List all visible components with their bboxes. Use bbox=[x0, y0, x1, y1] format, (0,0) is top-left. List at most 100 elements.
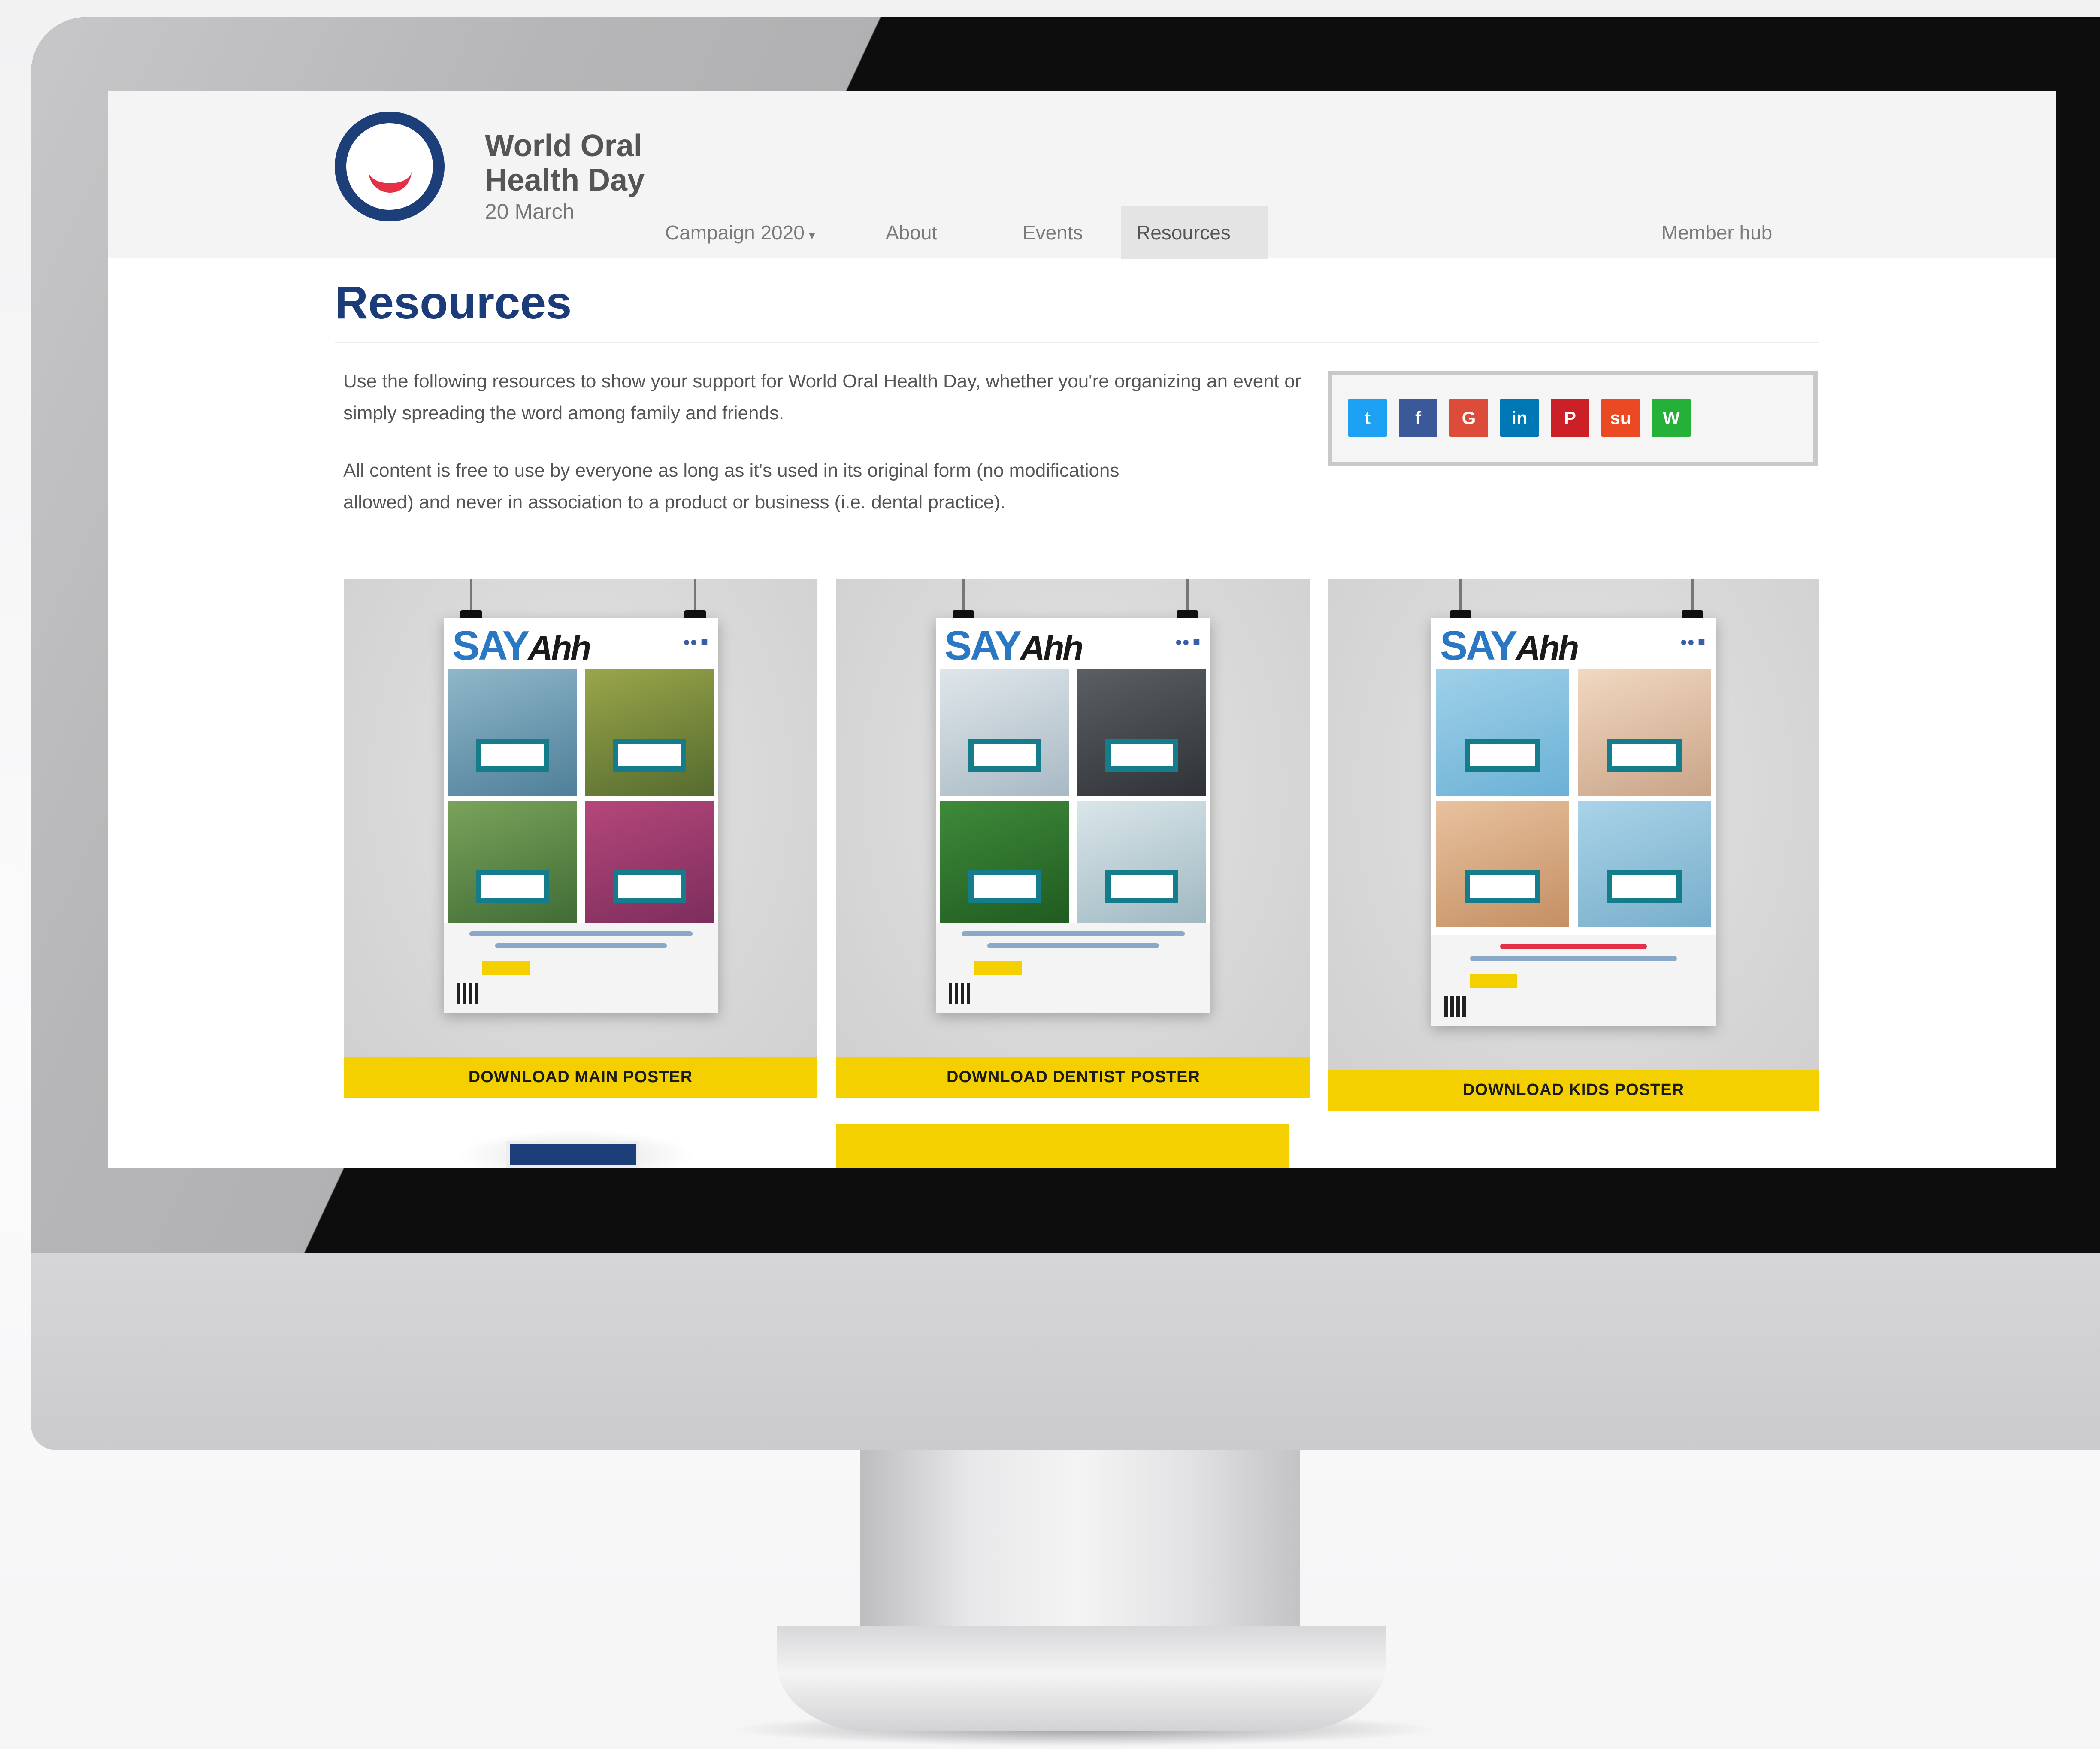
intro-text: Use the following resources to show your… bbox=[343, 366, 1330, 544]
poster-photo-grid bbox=[940, 669, 1206, 927]
twitter-icon: t bbox=[1365, 408, 1371, 428]
photo-tile bbox=[1077, 669, 1206, 796]
message-sign bbox=[968, 738, 1041, 772]
message-sign bbox=[1607, 870, 1682, 903]
footer-text-line bbox=[495, 943, 667, 948]
message-sign bbox=[1465, 870, 1540, 903]
pinterest-icon: P bbox=[1564, 408, 1576, 428]
footer-text-line bbox=[962, 931, 1185, 936]
qr-code-icon bbox=[457, 983, 478, 1004]
footer-highlight bbox=[974, 961, 1022, 975]
hanger bbox=[962, 579, 965, 614]
download-main-poster-button[interactable]: DOWNLOAD MAIN POSTER bbox=[344, 1057, 817, 1098]
google-plus-icon: G bbox=[1462, 408, 1476, 428]
linkedin-icon: in bbox=[1511, 408, 1528, 428]
brand-line-2: Health Day bbox=[485, 163, 645, 197]
stumbleupon-share-button[interactable]: su bbox=[1601, 399, 1640, 437]
footer-highlight bbox=[482, 961, 530, 975]
world-oral-health-day-logo[interactable] bbox=[335, 112, 445, 221]
poster-footer bbox=[936, 923, 1210, 1013]
pinterest-share-button[interactable]: P bbox=[1551, 399, 1589, 437]
dentist-poster-image[interactable]: SAYAhh ●● ■ bbox=[936, 618, 1210, 1013]
twitter-share-button[interactable]: t bbox=[1348, 399, 1387, 437]
message-sign bbox=[968, 870, 1041, 903]
google-plus-share-button[interactable]: G bbox=[1449, 399, 1488, 437]
nav-item-resources[interactable]: Resources bbox=[1121, 206, 1268, 259]
linkedin-share-button[interactable]: in bbox=[1500, 399, 1539, 437]
poster-logos: ●● ■ bbox=[1175, 635, 1200, 648]
photo-tile bbox=[448, 669, 577, 796]
hanger bbox=[1186, 579, 1189, 614]
illustration-tile bbox=[1436, 801, 1570, 927]
next-resource-thumbnail[interactable] bbox=[506, 1141, 639, 1168]
divider bbox=[335, 342, 1819, 343]
intro-paragraph-2: All content is free to use by everyone a… bbox=[343, 460, 1120, 513]
nav-item-about[interactable]: About bbox=[870, 206, 953, 259]
hanger bbox=[694, 579, 696, 614]
poster-card-kids: SAYAhh ●● ■ DOWNLOAD KIDS POSTER bbox=[1328, 579, 1819, 1111]
photo-tile bbox=[585, 801, 714, 927]
facebook-icon: f bbox=[1415, 408, 1421, 428]
monitor-chin bbox=[31, 1253, 2100, 1450]
hanger bbox=[1459, 579, 1462, 614]
nav-item-member-hub[interactable]: Member hub bbox=[1646, 206, 1788, 259]
site-header: World Oral Health Day 20 March Campaign … bbox=[108, 91, 2056, 259]
footer-text-line bbox=[469, 931, 693, 936]
facebook-share-button[interactable]: f bbox=[1399, 399, 1437, 437]
nav-item-campaign[interactable]: Campaign 2020 ▾ bbox=[650, 206, 831, 259]
poster-logos: ●● ■ bbox=[1680, 635, 1705, 648]
photo-tile bbox=[448, 801, 577, 927]
footer-highlight bbox=[1470, 974, 1517, 988]
kids-poster-image[interactable]: SAYAhh ●● ■ bbox=[1431, 618, 1716, 1026]
message-sign bbox=[613, 870, 686, 903]
photo-tile bbox=[940, 801, 1069, 927]
brand-text[interactable]: World Oral Health Day 20 March bbox=[485, 129, 645, 224]
smile-icon bbox=[369, 153, 412, 193]
nav-item-label: Member hub bbox=[1661, 221, 1773, 244]
photo-tile bbox=[585, 669, 714, 796]
nav-item-label: About bbox=[886, 221, 938, 244]
next-resource-banner[interactable] bbox=[836, 1124, 1289, 1168]
message-sign bbox=[613, 738, 686, 772]
whatsapp-share-button[interactable]: W bbox=[1652, 399, 1691, 437]
illustration-tile bbox=[1577, 669, 1711, 796]
qr-code-icon bbox=[1444, 996, 1466, 1017]
photo-tile bbox=[940, 669, 1069, 796]
poster-aah: Ahh bbox=[1516, 629, 1580, 667]
qr-code-icon bbox=[949, 983, 970, 1004]
download-kids-poster-button[interactable]: DOWNLOAD KIDS POSTER bbox=[1328, 1070, 1819, 1111]
share-buttons-box: t f G in P su W bbox=[1328, 371, 1818, 466]
monitor-stand-base bbox=[777, 1626, 1386, 1731]
photo-tile bbox=[1077, 801, 1206, 927]
poster-aah: Ahh bbox=[528, 629, 592, 667]
illustration-tile bbox=[1577, 801, 1711, 927]
hanger bbox=[1691, 579, 1694, 614]
monitor-stand-neck bbox=[860, 1450, 1300, 1648]
browser-screen: World Oral Health Day 20 March Campaign … bbox=[108, 91, 2056, 1168]
illustration-tile bbox=[1436, 669, 1570, 796]
poster-aah: Ahh bbox=[1020, 629, 1084, 667]
main-poster-image[interactable]: SAYAhh ●● ■ bbox=[444, 618, 718, 1013]
footer-text-line bbox=[987, 943, 1159, 948]
brand-date: 20 March bbox=[485, 200, 575, 224]
message-sign bbox=[1105, 870, 1178, 903]
poster-card-dentist: SAYAhh ●● ■ DOWNLOAD DENTIST POSTER bbox=[836, 579, 1310, 1098]
nav-item-label: Campaign 2020 bbox=[665, 221, 805, 244]
download-dentist-poster-button[interactable]: DOWNLOAD DENTIST POSTER bbox=[836, 1057, 1310, 1098]
hanger bbox=[470, 579, 472, 614]
poster-illustration-grid bbox=[1436, 669, 1711, 927]
page-title: Resources bbox=[335, 276, 572, 328]
message-sign bbox=[1607, 738, 1682, 772]
brand-line-1: World Oral bbox=[485, 129, 642, 163]
message-sign bbox=[1465, 738, 1540, 772]
poster-say: SAY bbox=[944, 623, 1022, 669]
caret-down-icon: ▾ bbox=[808, 228, 815, 242]
nav-item-label: Events bbox=[1023, 221, 1083, 244]
poster-footer bbox=[1431, 935, 1716, 1026]
nav-item-label: Resources bbox=[1136, 221, 1231, 244]
stumbleupon-icon: su bbox=[1610, 408, 1631, 428]
poster-headline: SAYAhh bbox=[452, 622, 592, 669]
poster-say: SAY bbox=[1440, 623, 1518, 669]
nav-item-events[interactable]: Events bbox=[1007, 206, 1098, 259]
poster-footer bbox=[444, 923, 718, 1013]
